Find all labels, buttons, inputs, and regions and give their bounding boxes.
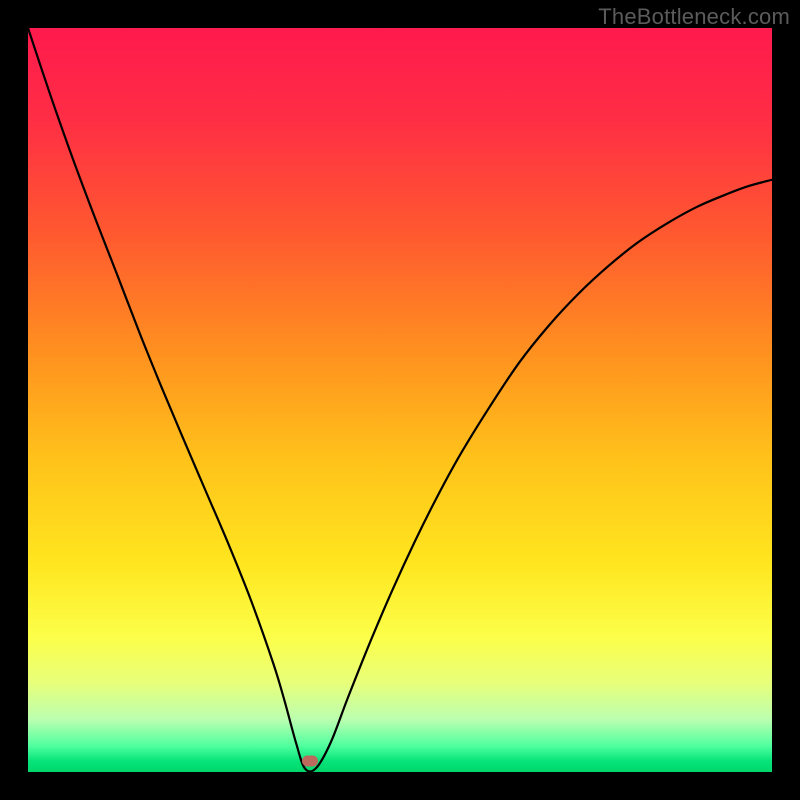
chart-frame: TheBottleneck.com <box>0 0 800 800</box>
plot-area <box>28 28 772 772</box>
bottleneck-curve <box>28 28 772 772</box>
curve-layer <box>28 28 772 772</box>
optimum-marker <box>302 755 318 766</box>
watermark-text: TheBottleneck.com <box>598 4 790 30</box>
